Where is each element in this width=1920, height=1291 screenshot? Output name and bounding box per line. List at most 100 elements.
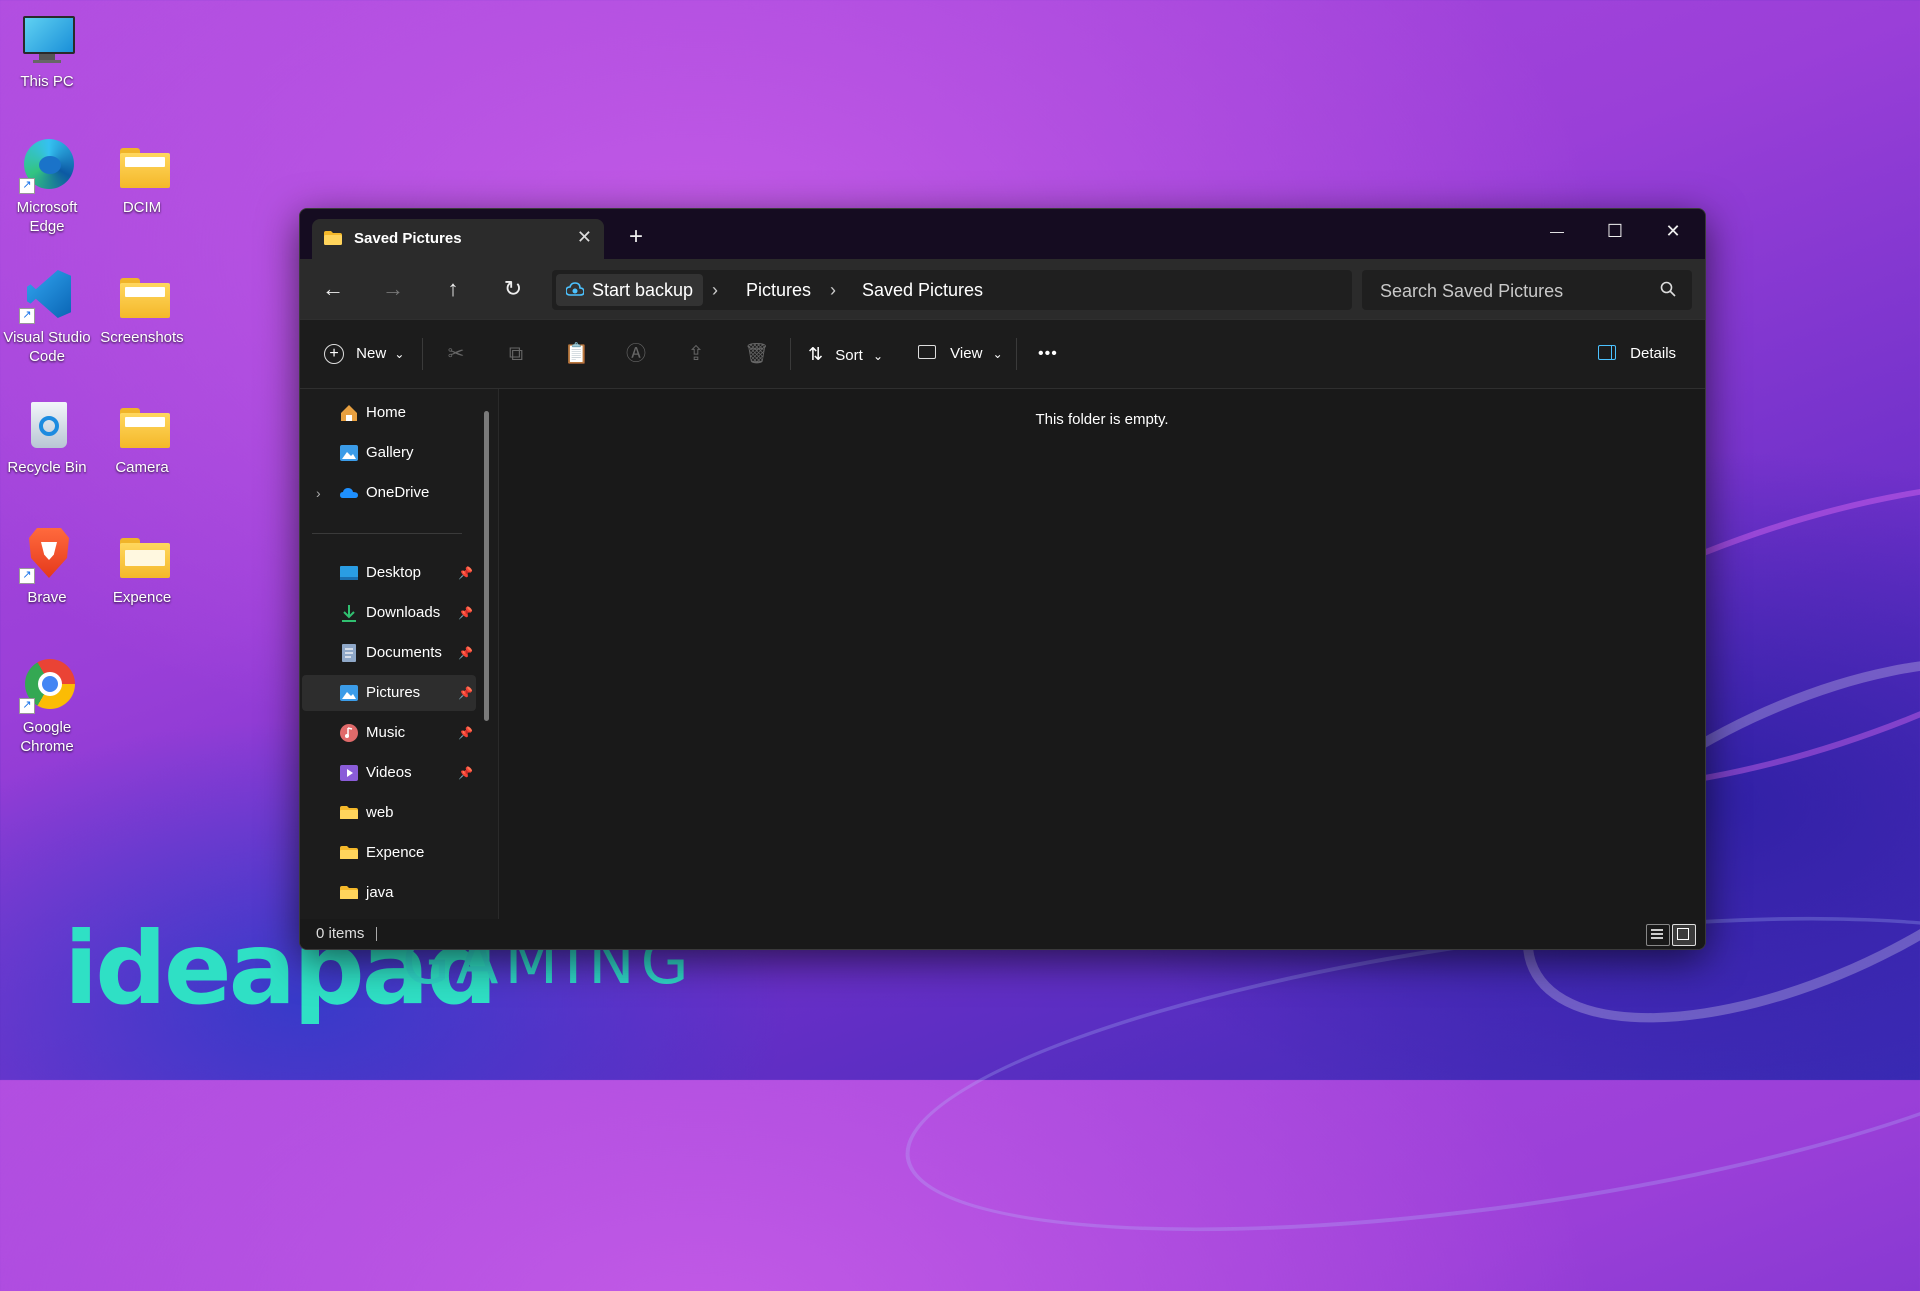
desktop-icon-label: DCIM (122, 199, 162, 216)
view-button[interactable]: View ⌄ (918, 340, 1003, 368)
chevron-right-icon[interactable]: › (316, 475, 321, 511)
search-box[interactable] (1362, 270, 1692, 312)
sidebar-divider (312, 533, 462, 534)
folder-icon (112, 528, 172, 584)
folder-icon (340, 846, 358, 859)
sidebar-item-label: Documents (366, 644, 442, 661)
folder-icon (340, 886, 358, 899)
breadcrumb-pictures[interactable]: Pictures (746, 270, 811, 310)
sidebar-item-label: Gallery (366, 444, 414, 461)
sidebar-item-desktop[interactable]: Desktop 📌 (302, 555, 476, 591)
desktop-icon-label: Brave (27, 589, 67, 606)
pin-icon[interactable]: 📌 (458, 595, 473, 631)
breadcrumb-separator-icon[interactable]: › (830, 270, 836, 310)
sidebar-item-pictures[interactable]: Pictures 📌 (302, 675, 476, 711)
gallery-icon (340, 445, 358, 461)
desktop-icon-camera[interactable]: Camera (94, 398, 190, 477)
pin-icon[interactable]: 📌 (458, 555, 473, 591)
desktop-icon-brave[interactable]: ↗ Brave (0, 528, 95, 607)
shortcut-arrow-icon: ↗ (19, 178, 35, 194)
back-arrow-icon[interactable]: ← (318, 275, 348, 303)
breadcrumb-saved-pictures[interactable]: Saved Pictures (862, 270, 983, 310)
desktop-icon-screenshots[interactable]: Screenshots (94, 268, 190, 347)
delete-icon[interactable]: 🗑 (744, 342, 769, 366)
copy-icon[interactable]: ⧉ (504, 342, 528, 366)
desktop-icon-this-pc[interactable]: This PC (0, 12, 95, 91)
tab-saved-pictures[interactable]: Saved Pictures ✕ (312, 219, 604, 259)
sidebar-item-expence[interactable]: Expence (302, 835, 476, 871)
share-icon[interactable]: ⇪ (684, 342, 708, 366)
paste-icon[interactable]: 📋 (564, 342, 589, 366)
pin-icon[interactable]: 📌 (458, 715, 473, 751)
new-tab-button[interactable]: + (629, 223, 643, 251)
address-bar[interactable]: Start backup › Pictures › Saved Pictures (552, 270, 1352, 310)
pin-icon[interactable]: 📌 (458, 635, 473, 671)
sidebar-item-downloads[interactable]: Downloads 📌 (302, 595, 476, 631)
monitor-icon (17, 12, 77, 68)
cut-icon[interactable]: ✂ (444, 342, 468, 366)
pin-icon[interactable]: 📌 (458, 675, 473, 711)
search-icon (1660, 281, 1676, 297)
search-input[interactable] (1362, 270, 1652, 312)
desktop-icon-edge[interactable]: ↗ Microsoft Edge (0, 138, 95, 236)
sidebar-item-home[interactable]: Home (302, 395, 476, 431)
minimize-button[interactable]: — (1528, 213, 1586, 249)
sidebar-item-label: Downloads (366, 604, 441, 621)
sidebar-item-documents[interactable]: Documents 📌 (302, 635, 476, 671)
sidebar-scrollbar[interactable] (484, 411, 489, 721)
maximize-button[interactable]: ☐ (1586, 213, 1644, 249)
content-area: Home Gallery › OneDrive Desktop 📌 Downlo… (300, 389, 1705, 919)
refresh-icon[interactable]: ↻ (498, 275, 528, 303)
details-view-icon[interactable] (1646, 924, 1670, 946)
music-icon (340, 724, 358, 742)
empty-folder-message: This folder is empty. (1035, 411, 1169, 428)
navigation-pane: Home Gallery › OneDrive Desktop 📌 Downlo… (300, 389, 498, 919)
pictures-icon (340, 685, 358, 701)
tab-close-icon[interactable]: ✕ (577, 227, 592, 248)
desktop-icon-vscode[interactable]: ↗ Visual Studio Code (0, 268, 95, 366)
forward-arrow-icon[interactable]: → (378, 275, 408, 303)
more-options-icon[interactable]: ••• (1038, 340, 1058, 368)
pin-icon[interactable]: 📌 (458, 755, 473, 791)
desktop-icon-expence[interactable]: Expence (94, 528, 190, 607)
sidebar-item-gallery[interactable]: Gallery (302, 435, 476, 471)
desktop-icon-label: Google Chrome (20, 719, 74, 755)
desktop-icon-chrome[interactable]: ↗ Google Chrome (0, 658, 95, 756)
sort-label: Sort (835, 347, 863, 364)
desktop-icon-label: Visual Studio Code (3, 329, 91, 365)
onedrive-icon (340, 488, 358, 498)
breadcrumb-separator-icon[interactable]: › (712, 270, 718, 310)
chevron-down-icon: ⌄ (992, 347, 1003, 361)
toolbar-divider (1016, 338, 1017, 370)
desktop-icon-label: Recycle Bin (7, 459, 87, 476)
sidebar-item-videos[interactable]: Videos 📌 (302, 755, 476, 791)
edge-icon: ↗ (17, 138, 77, 194)
close-button[interactable]: ✕ (1644, 213, 1702, 249)
rename-icon[interactable]: Ⓐ (624, 342, 648, 366)
sidebar-item-java[interactable]: java (302, 875, 476, 911)
status-divider (376, 927, 377, 941)
desktop-icon-recycle-bin[interactable]: Recycle Bin (0, 398, 95, 477)
sidebar-item-web[interactable]: web (302, 795, 476, 831)
toolbar-divider (422, 338, 423, 370)
details-pane-button[interactable]: Details (1598, 340, 1676, 368)
sort-button[interactable]: ⇅ Sort ⌄ (808, 340, 883, 368)
desktop-icon-dcim[interactable]: DCIM (94, 138, 190, 217)
new-button[interactable]: + New ⌄ (324, 340, 404, 368)
tiles-view-icon[interactable] (1672, 924, 1696, 946)
view-icon (918, 345, 936, 359)
title-bar[interactable]: Saved Pictures ✕ + — ☐ ✕ (300, 209, 1705, 259)
details-pane-icon (1598, 345, 1616, 360)
brave-lion-icon: ↗ (17, 528, 77, 584)
sidebar-item-onedrive[interactable]: › OneDrive (302, 475, 476, 511)
status-bar: 0 items (300, 919, 1705, 949)
sidebar-item-music[interactable]: Music 📌 (302, 715, 476, 751)
up-arrow-icon[interactable]: ↑ (438, 275, 468, 303)
sidebar-item-label: OneDrive (366, 484, 430, 501)
vscode-icon: ↗ (17, 268, 77, 324)
view-label: View (950, 345, 983, 362)
file-list-pane[interactable]: This folder is empty. (498, 389, 1705, 919)
plus-circle-icon: + (324, 344, 344, 364)
sidebar-item-label: Home (366, 404, 407, 421)
start-backup-button[interactable]: Start backup (556, 274, 704, 306)
